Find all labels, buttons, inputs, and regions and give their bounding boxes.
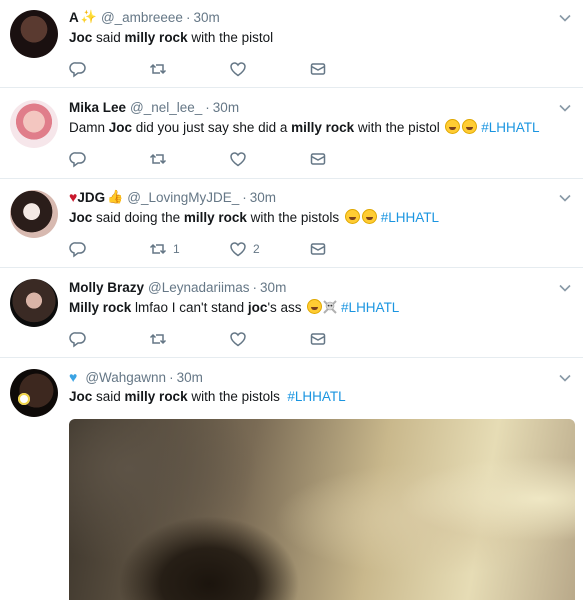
heart-icon — [230, 62, 246, 77]
tweet[interactable]: Mika Lee @_nel_lee_ · 30m Damn Joc did y… — [0, 89, 583, 179]
envelope-icon — [310, 333, 326, 345]
tweet-text: Damn Joc did you just say she did a mill… — [69, 119, 540, 135]
tweet[interactable]: Molly Brazy @Leynadariimas · 30m Milly r… — [0, 269, 583, 358]
retweet-icon — [149, 243, 167, 255]
retweet-button[interactable] — [149, 330, 229, 348]
like-button[interactable] — [229, 330, 309, 348]
tweet-text: Milly rock lmfao I can't stand joc's ass… — [69, 299, 400, 315]
reply-button[interactable] — [69, 330, 149, 348]
reply-icon — [69, 242, 86, 258]
like-count: 2 — [253, 242, 260, 256]
tweet-media-video[interactable] — [69, 419, 575, 600]
retweet-button[interactable] — [149, 60, 229, 78]
tweet-header: ♥ @Wahgawnn · 30m — [69, 367, 203, 387]
avatar[interactable] — [10, 369, 58, 417]
envelope-icon — [310, 243, 326, 255]
tweet-actions: 1 2 — [69, 240, 389, 258]
user-handle[interactable]: @_nel_lee_ — [130, 100, 202, 115]
tweet-text: Joc said milly rock with the pistol — [69, 30, 274, 45]
reply-icon — [69, 62, 86, 78]
envelope-icon — [310, 63, 326, 75]
user-handle[interactable]: @_ambreeee — [101, 10, 183, 25]
reply-button[interactable] — [69, 240, 149, 258]
reply-button[interactable] — [69, 150, 149, 168]
skull-and-crossbones-icon — [323, 300, 337, 314]
tweet-actions — [69, 60, 389, 78]
display-name[interactable]: JDG — [77, 190, 105, 205]
envelope-icon — [310, 153, 326, 165]
like-button[interactable] — [229, 150, 309, 168]
separator-dot: · — [169, 369, 174, 385]
avatar[interactable] — [10, 190, 58, 238]
timestamp[interactable]: 30m — [177, 370, 203, 385]
blue-heart-icon: ♥ — [69, 369, 78, 385]
tweet-text: Joc said milly rock with the pistols #LH… — [69, 389, 346, 404]
separator-dot: · — [205, 99, 210, 115]
chevron-down-icon[interactable] — [559, 102, 571, 114]
face-with-tears-of-joy-icon — [361, 209, 377, 224]
chevron-down-icon[interactable] — [559, 12, 571, 24]
user-handle[interactable]: @Wahgawnn — [85, 370, 166, 385]
chevron-down-icon[interactable] — [559, 192, 571, 204]
display-name[interactable]: A — [69, 10, 79, 25]
tweet-text: Joc said doing the milly rock with the p… — [69, 209, 439, 225]
tweet-header: Molly Brazy @Leynadariimas · 30m — [69, 277, 286, 297]
face-with-tears-of-joy-icon — [307, 299, 323, 314]
direct-message-button[interactable] — [309, 330, 389, 348]
sparkles-icon: ✨ — [80, 9, 97, 24]
timestamp[interactable]: 30m — [250, 190, 276, 205]
separator-dot: · — [185, 9, 191, 25]
direct-message-button[interactable] — [309, 150, 389, 168]
tweet[interactable]: A ✨ @_ambreeee · 30m Joc said milly rock… — [0, 0, 583, 88]
retweet-count: 1 — [173, 242, 180, 256]
heart-icon — [230, 242, 246, 257]
like-button[interactable]: 2 — [229, 240, 309, 258]
tweet-header: Mika Lee @_nel_lee_ · 30m — [69, 97, 239, 117]
like-button[interactable] — [229, 60, 309, 78]
tweet[interactable]: ♥ JDG 👍 @_LovingMyJDE_ · 30m Joc said do… — [0, 180, 583, 268]
retweet-icon — [149, 63, 167, 75]
timestamp[interactable]: 30m — [193, 10, 219, 25]
red-heart-icon: ♥ — [69, 189, 78, 205]
avatar[interactable] — [10, 279, 58, 327]
direct-message-button[interactable] — [309, 240, 389, 258]
retweet-button[interactable]: 1 — [149, 240, 229, 258]
hashtag-link[interactable]: #LHHATL — [287, 389, 345, 404]
flower-icon — [18, 393, 30, 405]
avatar[interactable] — [10, 10, 58, 58]
timeline: A ✨ @_ambreeee · 30m Joc said milly rock… — [0, 0, 583, 600]
direct-message-button[interactable] — [309, 60, 389, 78]
heart-icon — [230, 332, 246, 347]
separator-dot: · — [242, 189, 247, 205]
hashtag-link[interactable]: #LHHATL — [381, 210, 439, 225]
reply-icon — [69, 332, 86, 348]
separator-dot: · — [252, 279, 258, 295]
timestamp[interactable]: 30m — [213, 100, 239, 115]
retweet-icon — [149, 153, 167, 165]
user-handle[interactable]: @_LovingMyJDE_ — [127, 190, 239, 205]
avatar[interactable] — [10, 100, 58, 148]
reply-icon — [69, 152, 86, 168]
heart-icon — [230, 152, 246, 167]
tweet-header: ♥ JDG 👍 @_LovingMyJDE_ · 30m — [69, 187, 276, 207]
face-with-tears-of-joy-icon — [462, 119, 478, 134]
thumbs-up-icon: 👍 — [107, 189, 124, 204]
reply-button[interactable] — [69, 60, 149, 78]
tweet-header: A ✨ @_ambreeee · 30m — [69, 7, 220, 27]
face-with-tears-of-joy-icon — [344, 209, 360, 224]
timestamp[interactable]: 30m — [260, 280, 286, 295]
display-name[interactable]: Molly Brazy — [69, 280, 144, 295]
retweet-icon — [149, 333, 167, 345]
user-handle[interactable]: @Leynadariimas — [148, 280, 250, 295]
hashtag-link[interactable]: #LHHATL — [481, 120, 539, 135]
retweet-button[interactable] — [149, 150, 229, 168]
hashtag-link[interactable]: #LHHATL — [341, 300, 399, 315]
chevron-down-icon[interactable] — [559, 282, 571, 294]
tweet-actions — [69, 330, 389, 348]
display-name[interactable]: Mika Lee — [69, 100, 126, 115]
tweet-actions — [69, 150, 389, 168]
chevron-down-icon[interactable] — [559, 372, 571, 384]
face-with-tears-of-joy-icon — [445, 119, 461, 134]
